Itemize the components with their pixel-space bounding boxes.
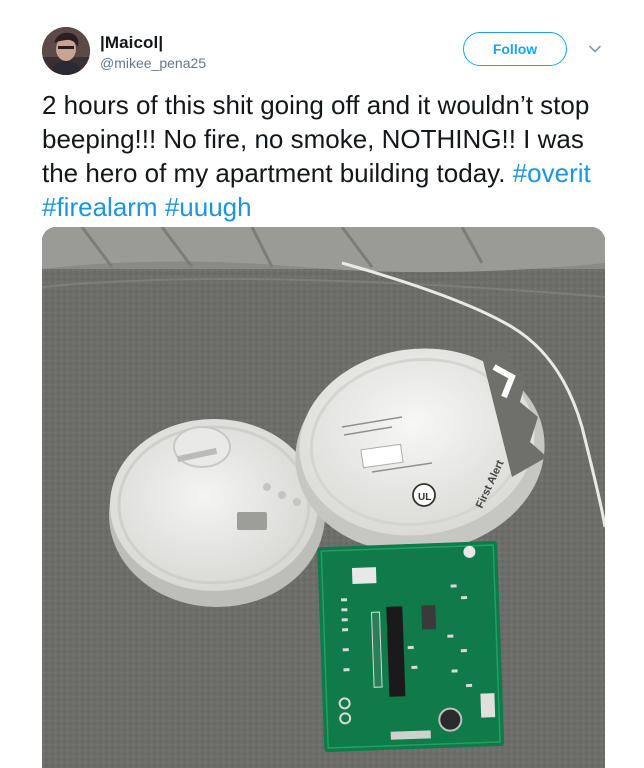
hashtag-link[interactable]: #firealarm [42, 192, 158, 222]
tweet-text: 2 hours of this shit going off and it wo… [42, 88, 602, 224]
hashtag-link[interactable]: #uuugh [165, 192, 252, 222]
tweet-photo[interactable]: UL First Alert [42, 227, 605, 768]
display-name[interactable]: |Maicol| [100, 33, 163, 53]
user-avatar-icon [42, 27, 90, 75]
follow-button[interactable]: Follow [463, 32, 567, 66]
avatar[interactable] [42, 27, 90, 75]
circuit-board [317, 541, 505, 752]
tweet-card: |Maicol| @mikee_pena25 Follow 2 hours of… [0, 0, 644, 768]
ul-logo: UL [418, 492, 431, 503]
tweet-header: |Maicol| @mikee_pena25 Follow [0, 0, 644, 90]
text-space [158, 192, 165, 222]
smoke-detector-photo: UL First Alert [42, 227, 605, 768]
chevron-down-icon[interactable] [587, 41, 603, 57]
tweet-body-text: 2 hours of this shit going off and it wo… [42, 90, 590, 188]
hashtag-link[interactable]: #overit [513, 158, 591, 188]
user-handle[interactable]: @mikee_pena25 [100, 55, 206, 71]
